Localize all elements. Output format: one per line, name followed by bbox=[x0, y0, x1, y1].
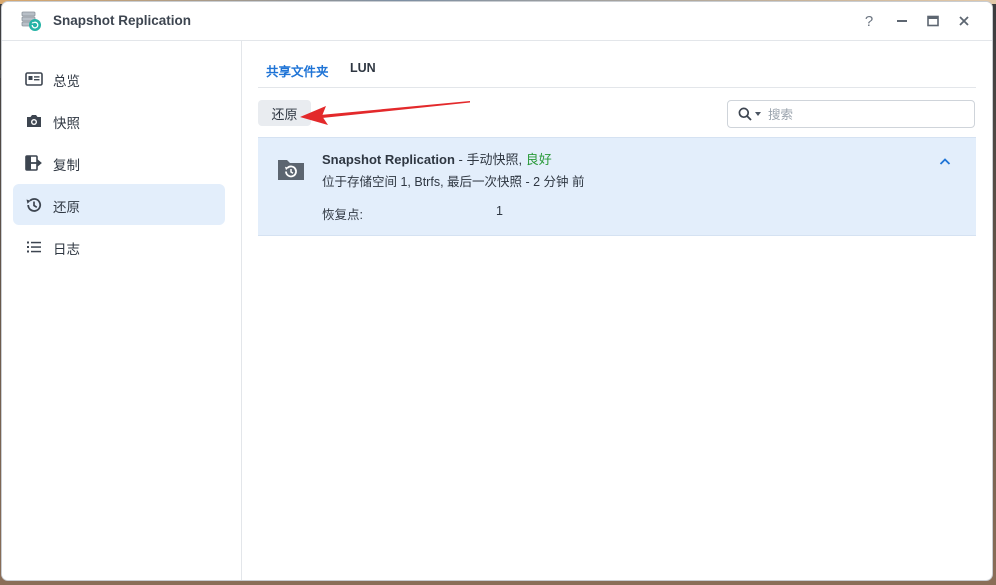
app-icon bbox=[21, 11, 41, 31]
close-icon bbox=[959, 16, 969, 26]
shared-folder-restore-icon bbox=[278, 160, 304, 180]
overview-icon bbox=[25, 72, 43, 86]
window-title: Snapshot Replication bbox=[53, 13, 192, 28]
title-bar: Snapshot Replication ? bbox=[2, 2, 992, 41]
list-icon bbox=[27, 241, 41, 253]
replication-icon bbox=[25, 155, 42, 171]
maximize-icon bbox=[927, 15, 939, 27]
restore-points-label: 恢复点: bbox=[322, 208, 363, 222]
restore-history-icon bbox=[26, 198, 42, 212]
sidebar-item-replication[interactable]: 复制 bbox=[13, 142, 225, 183]
item-mode: - 手动快照, bbox=[454, 152, 526, 167]
tab-lun[interactable]: LUN bbox=[350, 61, 376, 75]
app-window: Snapshot Replication ? 总览 快照 复制 还原 日志 共享… bbox=[2, 2, 992, 580]
sidebar: 总览 快照 复制 还原 日志 bbox=[2, 41, 242, 580]
item-summary: Snapshot Replication - 手动快照, 良好 bbox=[322, 149, 552, 168]
help-button[interactable]: ? bbox=[859, 11, 879, 31]
chevron-up-icon[interactable] bbox=[938, 155, 952, 169]
sidebar-item-overview[interactable]: 总览 bbox=[13, 58, 225, 99]
status-badge: 良好 bbox=[525, 152, 552, 167]
search-icon[interactable] bbox=[738, 107, 752, 121]
restore-points-value: 1 bbox=[496, 204, 503, 218]
close-button[interactable] bbox=[954, 11, 974, 31]
main-panel: 共享文件夹 LUN 还原 Snapshot Replication - 手动快照… bbox=[242, 41, 992, 580]
sidebar-item-label: 总览 bbox=[53, 74, 80, 89]
sidebar-item-restore[interactable]: 还原 bbox=[13, 184, 225, 225]
sidebar-item-snapshots[interactable]: 快照 bbox=[13, 100, 225, 141]
maximize-button[interactable] bbox=[923, 11, 943, 31]
watermark: CSDN @weixin_48219966 bbox=[749, 556, 952, 575]
sidebar-item-log[interactable]: 日志 bbox=[13, 226, 225, 267]
sidebar-item-label: 还原 bbox=[53, 200, 80, 215]
sidebar-item-label: 日志 bbox=[53, 242, 80, 257]
search-input[interactable] bbox=[766, 104, 970, 126]
camera-icon bbox=[27, 115, 41, 127]
minimize-icon bbox=[897, 20, 907, 22]
tab-bar: 共享文件夹 LUN bbox=[258, 41, 976, 88]
minimize-button[interactable] bbox=[892, 11, 912, 31]
restore-button[interactable]: 还原 bbox=[258, 100, 311, 126]
sidebar-item-label: 复制 bbox=[53, 158, 80, 173]
item-details: 位于存储空间 1, Btrfs, 最后一次快照 - 2 分钟 前 bbox=[322, 175, 585, 189]
item-name: Snapshot Replication bbox=[322, 152, 455, 167]
shared-folder-row[interactable]: Snapshot Replication - 手动快照, 良好 位于存储空间 1… bbox=[258, 137, 976, 236]
sidebar-item-label: 快照 bbox=[53, 116, 80, 131]
search-options-caret-icon[interactable] bbox=[755, 112, 761, 116]
tab-shared-folders[interactable]: 共享文件夹 bbox=[266, 61, 329, 80]
search-box[interactable] bbox=[727, 100, 975, 128]
